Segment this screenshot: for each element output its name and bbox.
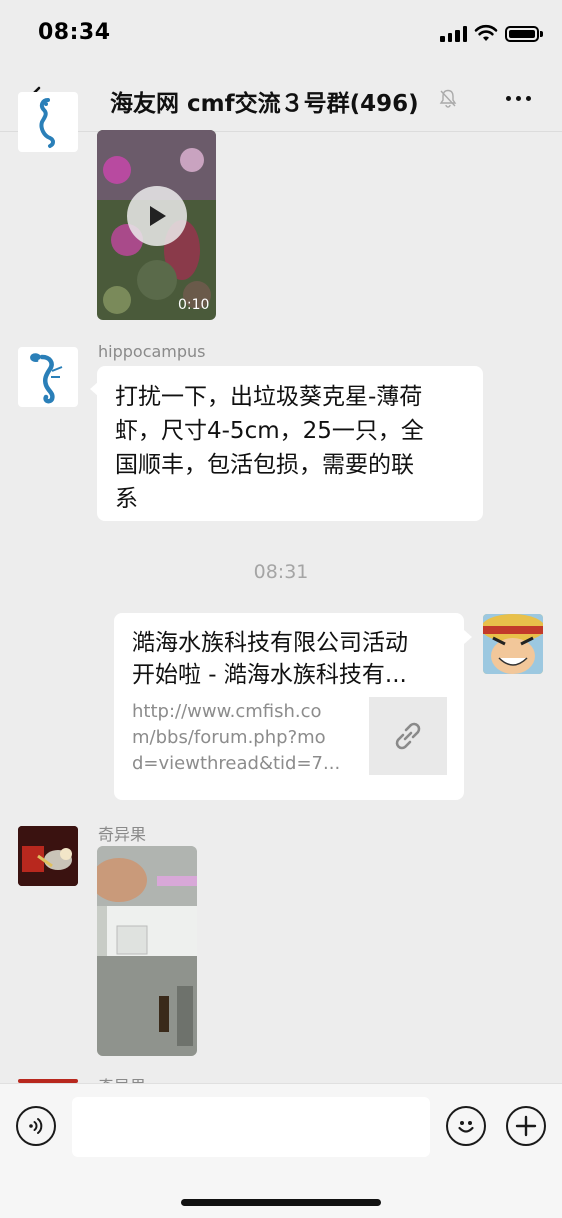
- link-desc-line: d=viewthread&tid=7...: [132, 753, 341, 774]
- video-duration: 0:10: [178, 297, 210, 313]
- wifi-icon: [474, 24, 498, 41]
- bubble-tail: [464, 630, 472, 644]
- battery-icon: [505, 26, 539, 42]
- seahorse-icon: [30, 353, 63, 404]
- play-icon: [150, 206, 166, 226]
- message-line: 系: [115, 486, 138, 512]
- play-button[interactable]: [127, 186, 187, 246]
- avatar[interactable]: [18, 347, 78, 407]
- link-thumbnail: [369, 697, 447, 775]
- chat-header: 海友网 cmf交流３号群(496): [0, 66, 562, 132]
- plus-button[interactable]: [506, 1106, 546, 1146]
- fruit-avatar-image: [18, 826, 78, 886]
- message-bubble[interactable]: 打扰一下，出垃圾葵克星-薄荷 虾，尺寸4-5cm，25一只，全 国顺丰，包活包损…: [97, 366, 483, 521]
- link-title: 澔海水族科技有限公司活动 开始啦 - 澔海水族科技有...: [132, 627, 452, 691]
- sender-name: hippocampus: [98, 342, 206, 361]
- home-indicator[interactable]: [181, 1199, 381, 1206]
- status-time: 08:34: [38, 20, 111, 45]
- chat-title: 海友网 cmf交流３号群(496): [110, 91, 419, 117]
- photo-thumbnail: [97, 846, 197, 1056]
- plus-icon: [515, 1115, 537, 1137]
- message-line: 国顺丰，包活包损，需要的联: [115, 452, 414, 478]
- input-bar: [0, 1083, 562, 1218]
- signal-icon: [440, 26, 468, 42]
- link-title-line: 开始啦 - 澔海水族科技有...: [132, 662, 407, 688]
- battery-tip: [540, 31, 543, 37]
- voice-icon: [29, 1118, 43, 1134]
- message-line: 打扰一下，出垃圾葵克星-薄荷: [115, 384, 423, 410]
- avatar[interactable]: [18, 92, 78, 152]
- emoji-button[interactable]: [446, 1106, 486, 1146]
- link-desc-line: http://www.cmfish.co: [132, 701, 322, 722]
- luffy-avatar-image: [483, 614, 543, 674]
- link-desc-line: m/bbs/forum.php?mo: [132, 727, 326, 748]
- time-divider: 08:31: [253, 561, 309, 583]
- message-input[interactable]: [72, 1097, 430, 1157]
- seahorse-icon: [39, 98, 55, 148]
- more-dots-icon[interactable]: [506, 96, 531, 101]
- avatar[interactable]: [18, 826, 78, 886]
- bell-off-icon: [439, 89, 457, 108]
- link-icon: [395, 722, 421, 750]
- emoji-icon: [458, 1121, 474, 1133]
- link-title-line: 澔海水族科技有限公司活动: [132, 630, 408, 656]
- image-message[interactable]: [97, 846, 197, 1056]
- voice-button[interactable]: [16, 1106, 56, 1146]
- sender-name: 奇异果: [98, 825, 147, 844]
- link-description: http://www.cmfish.co m/bbs/forum.php?mo …: [132, 699, 352, 777]
- sender-name: 奇异果: [98, 1073, 146, 1083]
- link-card[interactable]: 澔海水族科技有限公司活动 开始啦 - 澔海水族科技有... http://www…: [114, 613, 464, 800]
- message-line: 虾，尺寸4-5cm，25一只，全: [115, 418, 424, 444]
- avatar[interactable]: [483, 614, 543, 674]
- video-message[interactable]: 0:10: [97, 130, 216, 320]
